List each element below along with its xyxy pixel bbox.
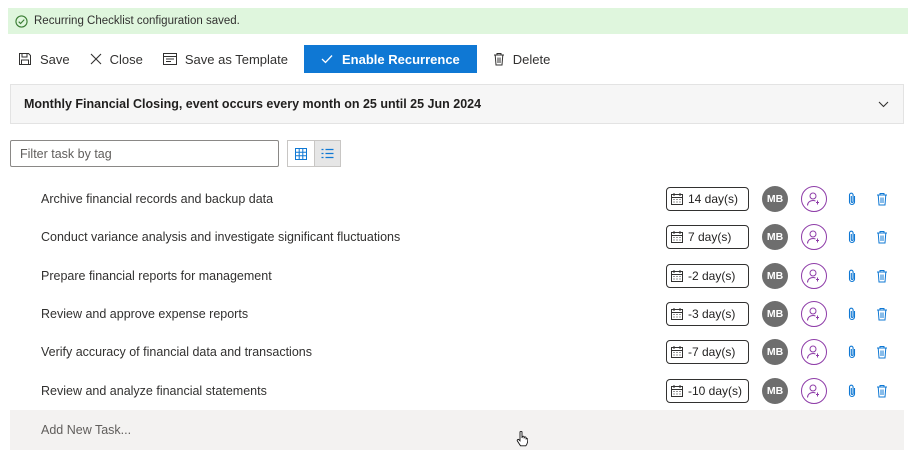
calendar-icon bbox=[671, 193, 683, 206]
paperclip-icon[interactable] bbox=[848, 192, 856, 206]
due-offset-label: -3 day(s) bbox=[688, 307, 736, 322]
task-row: Verify accuracy of financial data and tr… bbox=[10, 333, 904, 371]
calendar-icon bbox=[671, 308, 683, 321]
calendar-icon bbox=[671, 269, 683, 282]
paperclip-icon[interactable] bbox=[848, 384, 856, 398]
close-button[interactable]: Close bbox=[80, 44, 153, 74]
grid-view-button[interactable] bbox=[288, 141, 314, 166]
due-offset-button[interactable]: -3 day(s) bbox=[666, 302, 749, 327]
assignee-avatar[interactable]: MB bbox=[762, 301, 788, 328]
assign-person-icon bbox=[807, 230, 819, 244]
save-label: Save bbox=[40, 51, 70, 67]
trash-icon[interactable] bbox=[876, 384, 888, 398]
trash-icon[interactable] bbox=[876, 192, 888, 206]
grid-view-icon bbox=[295, 147, 307, 160]
save-as-template-button[interactable]: Save as Template bbox=[153, 44, 298, 74]
task-name[interactable]: Archive financial records and backup dat… bbox=[41, 192, 273, 206]
task-row: Review and approve expense reports -3 da… bbox=[10, 295, 904, 333]
assign-user-button[interactable] bbox=[801, 339, 827, 366]
task-name[interactable]: Review and analyze financial statements bbox=[41, 384, 267, 398]
paperclip-icon[interactable] bbox=[848, 230, 856, 244]
template-icon bbox=[162, 53, 177, 65]
assignee-avatar[interactable]: MB bbox=[762, 339, 788, 366]
assign-user-button[interactable] bbox=[801, 377, 827, 404]
avatar-initials: MB bbox=[766, 231, 784, 244]
due-offset-label: 7 day(s) bbox=[688, 230, 732, 245]
due-offset-button[interactable]: -7 day(s) bbox=[666, 340, 749, 365]
assignee-avatar[interactable]: MB bbox=[762, 262, 788, 289]
task-row: Review and analyze financial statements … bbox=[10, 371, 904, 409]
view-toggle bbox=[287, 140, 341, 167]
close-label: Close bbox=[109, 51, 143, 67]
assign-user-button[interactable] bbox=[801, 301, 827, 328]
save-as-template-label: Save as Template bbox=[184, 51, 288, 67]
add-task-placeholder: Add New Task... bbox=[41, 423, 132, 437]
enable-recurrence-label: Enable Recurrence bbox=[342, 51, 460, 67]
list-view-icon bbox=[321, 148, 334, 159]
due-offset-button[interactable]: -10 day(s) bbox=[666, 378, 749, 403]
chevron-down-icon[interactable] bbox=[878, 101, 889, 108]
due-offset-label: 14 day(s) bbox=[688, 192, 739, 207]
calendar-icon bbox=[671, 384, 683, 397]
due-offset-label: -10 day(s) bbox=[688, 383, 743, 398]
success-banner: Recurring Checklist configuration saved. bbox=[8, 8, 908, 34]
task-row: Prepare financial reports for management… bbox=[10, 257, 904, 295]
filter-row bbox=[10, 140, 341, 167]
assignee-avatar[interactable]: MB bbox=[762, 377, 788, 404]
paperclip-icon[interactable] bbox=[848, 345, 856, 359]
calendar-icon bbox=[671, 231, 683, 244]
enable-recurrence-button[interactable]: Enable Recurrence bbox=[304, 45, 477, 73]
due-offset-button[interactable]: -2 day(s) bbox=[666, 263, 749, 288]
assign-user-button[interactable] bbox=[801, 186, 827, 213]
task-name[interactable]: Review and approve expense reports bbox=[41, 307, 248, 321]
assign-person-icon bbox=[807, 307, 819, 321]
add-new-task-input[interactable]: Add New Task... bbox=[10, 410, 904, 450]
assign-user-button[interactable] bbox=[801, 224, 827, 251]
hand-cursor-icon bbox=[516, 431, 528, 447]
due-offset-button[interactable]: 7 day(s) bbox=[666, 225, 749, 250]
avatar-initials: MB bbox=[766, 269, 784, 282]
task-list: Archive financial records and backup dat… bbox=[10, 180, 904, 410]
assign-person-icon bbox=[807, 384, 819, 398]
assign-person-icon bbox=[807, 345, 819, 359]
task-name[interactable]: Verify accuracy of financial data and tr… bbox=[41, 345, 312, 359]
trash-icon[interactable] bbox=[876, 269, 888, 283]
calendar-icon bbox=[671, 346, 683, 359]
banner-message: Recurring Checklist configuration saved. bbox=[34, 15, 240, 27]
assign-user-button[interactable] bbox=[801, 262, 827, 289]
paperclip-icon[interactable] bbox=[848, 307, 856, 321]
command-bar: Save Close Save as Template Enable Recur… bbox=[8, 44, 908, 74]
task-name[interactable]: Prepare financial reports for management bbox=[41, 269, 272, 283]
delete-button[interactable]: Delete bbox=[483, 44, 561, 74]
task-row: Archive financial records and backup dat… bbox=[10, 180, 904, 218]
avatar-initials: MB bbox=[766, 193, 784, 206]
assign-person-icon bbox=[807, 269, 819, 283]
event-title: Monthly Financial Closing, event occurs … bbox=[24, 97, 482, 111]
assign-person-icon bbox=[807, 192, 819, 206]
avatar-initials: MB bbox=[766, 308, 784, 321]
event-summary-header[interactable]: Monthly Financial Closing, event occurs … bbox=[10, 84, 904, 124]
trash-icon[interactable] bbox=[876, 345, 888, 359]
due-offset-label: -7 day(s) bbox=[688, 345, 736, 360]
save-button[interactable]: Save bbox=[8, 44, 80, 74]
avatar-initials: MB bbox=[766, 384, 784, 397]
close-icon bbox=[90, 53, 102, 65]
assignee-avatar[interactable]: MB bbox=[762, 186, 788, 213]
delete-label: Delete bbox=[512, 51, 551, 67]
trash-icon[interactable] bbox=[876, 230, 888, 244]
task-row: Conduct variance analysis and investigat… bbox=[10, 218, 904, 256]
due-offset-button[interactable]: 14 day(s) bbox=[666, 187, 749, 212]
avatar-initials: MB bbox=[766, 346, 784, 359]
filter-task-input[interactable] bbox=[10, 140, 279, 167]
due-offset-label: -2 day(s) bbox=[688, 268, 736, 283]
save-icon bbox=[19, 53, 31, 65]
task-name[interactable]: Conduct variance analysis and investigat… bbox=[41, 230, 400, 244]
assignee-avatar[interactable]: MB bbox=[762, 224, 788, 251]
check-circle-icon bbox=[15, 14, 28, 28]
paperclip-icon[interactable] bbox=[848, 269, 856, 283]
checkmark-icon bbox=[321, 55, 333, 64]
trash-icon bbox=[493, 53, 504, 66]
trash-icon[interactable] bbox=[876, 307, 888, 321]
list-view-button[interactable] bbox=[314, 141, 340, 166]
